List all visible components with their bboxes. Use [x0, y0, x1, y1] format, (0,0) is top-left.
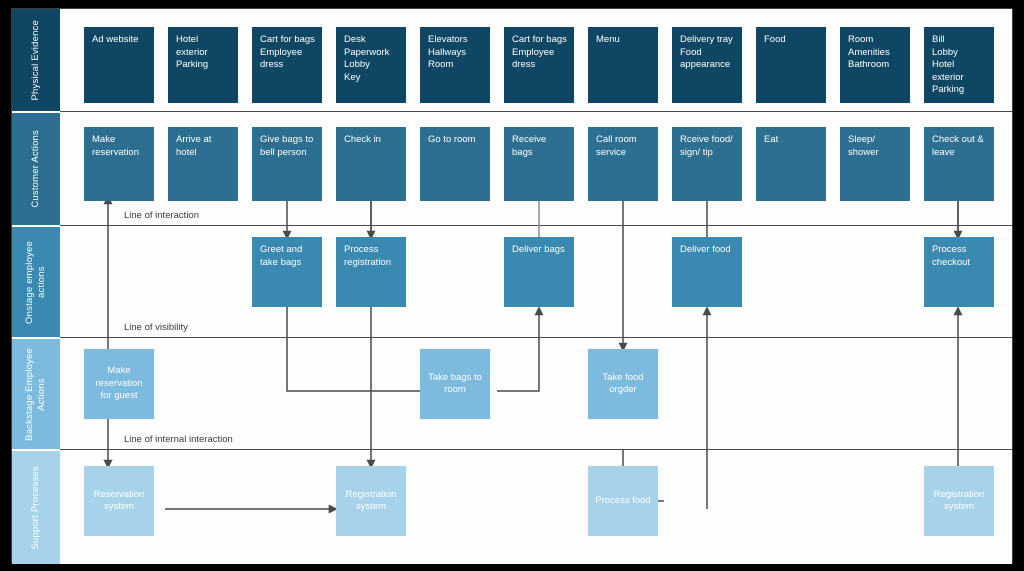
physical-evidence-box[interactable]: Room Amenities Bathroom [840, 27, 910, 103]
diagram-frame: Physical Evidence Customer Actions Onsta… [11, 8, 1013, 564]
customer-action-box[interactable]: Call room service [588, 127, 658, 201]
lane-label-text: Customer Actions [30, 130, 41, 208]
customer-action-box[interactable]: Arrive at hotel [168, 127, 238, 201]
physical-evidence-box[interactable]: Cart for bags Employee dress [252, 27, 322, 103]
separator-line-of-internal-interaction [60, 449, 1012, 450]
customer-action-box[interactable]: Rceive food/ sign/ tip [672, 127, 742, 201]
lane-body-support-processes [60, 451, 1012, 564]
separator-line-of-interaction [60, 225, 1012, 226]
customer-action-box[interactable]: Receive bags [504, 127, 574, 201]
customer-action-box[interactable]: Check in [336, 127, 406, 201]
lane-label-support-processes: Support Processes [12, 451, 60, 564]
physical-evidence-box[interactable]: Elevators Hallways Room [420, 27, 490, 103]
customer-action-box[interactable]: Sleep/ shower [840, 127, 910, 201]
customer-action-box[interactable]: Eat [756, 127, 826, 201]
onstage-action-box[interactable]: Process checkout [924, 237, 994, 307]
onstage-action-box[interactable]: Greet and take bags [252, 237, 322, 307]
physical-evidence-box[interactable]: Food [756, 27, 826, 103]
lane-label-backstage-actions: Backstage Employee Actions [12, 339, 60, 449]
lane-label-text: Onstage employee actions [24, 240, 47, 324]
label-line-of-visibility: Line of visibility [124, 322, 188, 333]
support-process-box[interactable]: Process food [588, 466, 658, 536]
physical-evidence-box[interactable]: Bill Lobby Hotel exterior Parking [924, 27, 994, 103]
lane-label-customer-actions: Customer Actions [12, 113, 60, 225]
support-process-box[interactable]: Registration system [336, 466, 406, 536]
lane-label-text: Backstage Employee Actions [24, 347, 47, 441]
backstage-action-box[interactable]: Make reservation for guest [84, 349, 154, 419]
customer-action-box[interactable]: Give bags to bell person [252, 127, 322, 201]
customer-action-box[interactable]: Make reservation [84, 127, 154, 201]
physical-evidence-box[interactable]: Hotel exterior Parking [168, 27, 238, 103]
support-process-box[interactable]: Reservation system [84, 466, 154, 536]
physical-evidence-box[interactable]: Ad website [84, 27, 154, 103]
blueprint-canvas: Physical Evidence Customer Actions Onsta… [0, 0, 1024, 571]
lane-label-physical-evidence: Physical Evidence [12, 9, 60, 111]
physical-evidence-box[interactable]: Desk Paperwork Lobby Key [336, 27, 406, 103]
lane-body-backstage-actions [60, 339, 1012, 449]
label-line-of-internal-interaction: Line of internal interaction [124, 434, 233, 445]
customer-action-box[interactable]: Go to room [420, 127, 490, 201]
separator-line-of-visibility [60, 337, 1012, 338]
lane-label-text: Physical Evidence [30, 19, 41, 101]
onstage-action-box[interactable]: Process registration [336, 237, 406, 307]
lane-label-onstage-actions: Onstage employee actions [12, 227, 60, 337]
physical-evidence-box[interactable]: Cart for bags Employee dress [504, 27, 574, 103]
lane-label-text: Support Processes [30, 465, 41, 550]
support-process-box[interactable]: Registration system [924, 466, 994, 536]
onstage-action-box[interactable]: Deliver food [672, 237, 742, 307]
customer-action-box[interactable]: Check out & leave [924, 127, 994, 201]
backstage-action-box[interactable]: Take bags to room [420, 349, 490, 419]
swimlane-support-processes: Support Processes [12, 451, 1012, 564]
lane-divider-1 [60, 111, 1012, 112]
physical-evidence-box[interactable]: Delivery tray Food appearance [672, 27, 742, 103]
physical-evidence-box[interactable]: Menu [588, 27, 658, 103]
swimlane-backstage-actions: Backstage Employee Actions [12, 339, 1012, 449]
label-line-of-interaction: Line of interaction [124, 210, 199, 221]
backstage-action-box[interactable]: Take food orgder [588, 349, 658, 419]
onstage-action-box[interactable]: Deliver bags [504, 237, 574, 307]
